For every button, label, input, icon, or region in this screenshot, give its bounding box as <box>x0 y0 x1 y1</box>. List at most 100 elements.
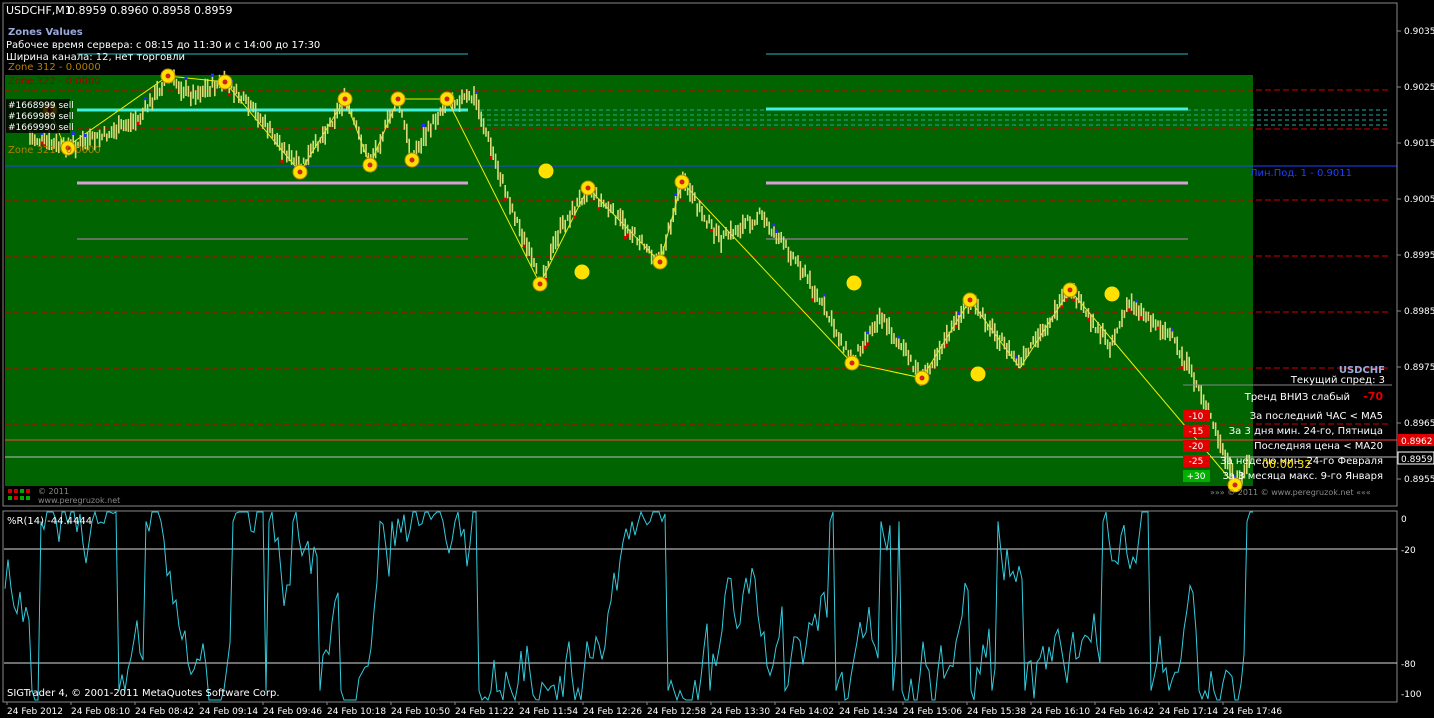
sell-signal-dot <box>503 197 507 201</box>
swing-marker-center <box>395 96 401 102</box>
swing-marker-center <box>222 79 228 85</box>
server-time-text: Рабочее время сервера: с 08:15 до 11:30 … <box>6 40 320 51</box>
signal-badge-text: +30 <box>1187 472 1206 482</box>
info-spread: Текущий спред: 3 <box>1290 375 1385 386</box>
buy-signal-dot <box>957 311 961 315</box>
window-title: USDCHF,M1 <box>6 4 72 17</box>
ohlc-readout: 0.8959 0.8960 0.8958 0.8959 <box>68 4 232 17</box>
sell-signal-dot <box>863 345 867 349</box>
time-label: 24 Feb 15:38 <box>967 707 1026 717</box>
buy-signal-dot <box>772 223 776 227</box>
sell-signal-dot <box>1060 305 1064 309</box>
time-label: 24 Feb 08:10 <box>71 707 130 717</box>
time-label: 24 Feb 16:42 <box>1095 707 1154 717</box>
signal-badge-text: -20 <box>1189 442 1204 452</box>
swing-marker-center <box>919 375 925 381</box>
time-label: 24 Feb 12:58 <box>647 707 706 717</box>
signal-row-text: Последняя цена < MA20 <box>1254 441 1383 452</box>
swing-marker-center <box>967 297 973 303</box>
signal-badge-text: -25 <box>1189 457 1204 467</box>
fractal-marker <box>538 163 554 179</box>
sell-signal-dot <box>626 233 630 237</box>
swing-marker-center <box>585 185 591 191</box>
indicator-level-label: -20 <box>1401 546 1416 556</box>
swing-marker-center <box>297 169 303 175</box>
time-label: 24 Feb 14:02 <box>775 707 834 717</box>
price-label: 0.9025 <box>1404 83 1434 93</box>
info-trend-label: Тренд ВНИЗ слабый <box>1244 392 1350 403</box>
price-label: 0.9015 <box>1404 139 1434 149</box>
buy-signal-dot <box>822 293 826 297</box>
sell-signal-dot <box>1086 317 1090 321</box>
sell-signal-dot <box>1127 308 1131 312</box>
fractal-marker <box>574 264 590 280</box>
time-label: 24 Feb 17:46 <box>1223 707 1282 717</box>
sell-signal-dot <box>573 215 577 219</box>
time-label: 24 Feb 10:18 <box>327 707 386 717</box>
buy-signal-dot <box>210 73 214 77</box>
fractal-marker <box>970 366 986 382</box>
zone-312-text: Zone 312 - 0.0000 <box>8 62 101 73</box>
price-label: 0.8955 <box>1404 475 1434 485</box>
buy-signal-dot <box>866 331 870 335</box>
time-label: 24 Feb 2012 <box>7 707 63 717</box>
buy-signal-dot <box>1134 299 1138 303</box>
trading-chart[interactable]: USDCHF,M1 0.8959 0.8960 0.8958 0.8959 Zo… <box>0 0 1434 718</box>
swing-marker-center <box>1067 287 1073 293</box>
sell-signal-dot <box>280 159 284 163</box>
signal-row-text: За последний ЧАС < MA5 <box>1250 411 1383 422</box>
indicator-level-label: -100 <box>1401 690 1422 700</box>
buy-signal-dot <box>897 335 901 339</box>
time-label: 24 Feb 15:06 <box>903 707 962 717</box>
price-label: 0.9035 <box>1404 27 1434 37</box>
swing-marker-center <box>444 96 450 102</box>
sell-signal-dot <box>227 93 231 97</box>
order-label[interactable]: #1669989 sell <box>8 112 74 122</box>
time-axis: 24 Feb 2012 24 Feb 08:10 24 Feb 08:42 24 Fe… <box>6 702 1282 717</box>
price-label: 0.8995 <box>1404 251 1434 261</box>
time-label: 24 Feb 08:42 <box>135 707 194 717</box>
zone-321-text: Zone 321 - 0.0000 <box>8 145 101 156</box>
logo-url: www.peregruzok.net <box>38 496 120 505</box>
red-level-text: 0.8962 <box>1401 437 1433 447</box>
sell-signal-dot <box>489 156 493 160</box>
fractal-marker <box>846 275 862 291</box>
buy-signal-dot <box>774 230 778 233</box>
time-label: 24 Feb 09:46 <box>263 707 322 717</box>
swing-marker-center <box>409 157 415 163</box>
sell-signal-dot <box>945 343 949 347</box>
sell-signal-dot <box>866 342 870 346</box>
bid-price-text: 0.8959 <box>1401 455 1433 465</box>
time-label: 24 Feb 11:54 <box>519 707 578 717</box>
time-label: 24 Feb 16:10 <box>1031 707 1090 717</box>
buy-signal-dot <box>184 76 188 80</box>
swing-marker-center <box>1232 482 1238 488</box>
swing-marker-center <box>342 96 348 102</box>
zones-title: Zones Values <box>8 27 83 38</box>
bar-timer: 00:00:32 <box>1262 458 1311 471</box>
swing-marker-center <box>367 162 373 168</box>
time-label: 24 Feb 12:26 <box>583 707 642 717</box>
info-footer: »»» © 2011 © www.peregruzok.net ««« <box>1210 488 1371 497</box>
info-trend-value: -70 <box>1363 390 1383 403</box>
time-label: 24 Feb 17:14 <box>1159 707 1218 717</box>
indicator-title: %R(14) -44.4444 <box>7 516 92 527</box>
sell-signal-dot <box>136 121 140 125</box>
sell-signal-dot <box>1139 316 1143 320</box>
buy-signal-dot <box>422 124 426 127</box>
buy-signal-dot <box>674 193 678 196</box>
sell-signal-dot <box>597 207 601 211</box>
order-label[interactable]: #1669990 sell <box>8 123 74 133</box>
order-label[interactable]: #1668999 sell <box>8 101 74 111</box>
price-label: 0.8965 <box>1404 419 1434 429</box>
sell-signal-dot <box>522 244 526 248</box>
sell-signal-dot <box>710 229 714 232</box>
price-axis: 0.9035 0.9025 0.9015 0.9005 0.8995 0.8985 0.89… <box>1397 27 1434 485</box>
swing-marker-center <box>165 73 171 79</box>
indicator-level-label: 0 <box>1401 515 1407 525</box>
swing-marker-center <box>679 179 685 185</box>
signal-badge-text: -10 <box>1189 412 1204 422</box>
signal-badge-text: -15 <box>1189 427 1204 437</box>
price-label: 0.8985 <box>1404 307 1434 317</box>
time-label: 24 Feb 13:30 <box>711 707 770 717</box>
